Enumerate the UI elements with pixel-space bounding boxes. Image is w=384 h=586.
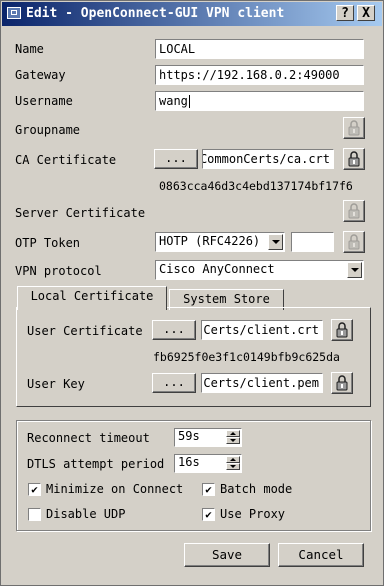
text-caret	[188, 95, 190, 108]
user-key-clear-button[interactable]	[331, 372, 353, 394]
groupname-label: Groupname	[15, 123, 81, 137]
user-certificate-field[interactable]: Certs/client.crt	[201, 320, 323, 340]
dtls-attempt-period-label: DTLS attempt period	[27, 457, 165, 471]
ca-certificate-browse-button[interactable]: ...	[154, 149, 198, 169]
ca-certificate-label: CA Certificate	[15, 153, 117, 167]
otp-token-label: OTP Token	[15, 236, 81, 250]
dtls-attempt-period-value: 16s	[178, 455, 200, 469]
vpn-protocol-select[interactable]: Cisco AnyConnect	[155, 260, 364, 280]
username-field[interactable]: wang	[155, 91, 364, 111]
dtls-attempt-period-spinbox[interactable]: 16s	[174, 454, 242, 473]
spin-up-icon[interactable]	[226, 430, 240, 437]
reconnect-timeout-value: 59s	[178, 429, 200, 443]
spin-down-icon[interactable]	[226, 463, 240, 470]
user-certificate-clear-button[interactable]	[331, 319, 353, 341]
user-key-browse-button[interactable]: ...	[152, 373, 196, 393]
disable-udp-checkbox[interactable]	[28, 508, 41, 521]
ca-certificate-field[interactable]: CommonCerts/ca.crt	[202, 149, 334, 169]
key-clear-icon	[348, 151, 360, 167]
use-proxy-checkbox[interactable]: ✔	[202, 508, 215, 521]
groupname-clear-button	[343, 117, 365, 139]
vpn-protocol-label: VPN protocol	[15, 264, 102, 278]
otp-token-type-select[interactable]: HOTP (RFC4226)	[155, 232, 285, 252]
title-bar[interactable]: Edit - OpenConnect-GUI VPN client ? X	[2, 2, 382, 26]
cancel-button[interactable]: Cancel	[278, 543, 364, 567]
spin-down-icon[interactable]	[226, 437, 240, 444]
username-value: wang	[159, 94, 188, 108]
server-certificate-clear-button	[343, 200, 365, 222]
close-button[interactable]: X	[357, 5, 375, 21]
key-clear-icon	[348, 120, 360, 136]
otp-token-type-value: HOTP (RFC4226)	[159, 234, 261, 248]
key-clear-icon	[336, 375, 348, 391]
help-button[interactable]: ?	[336, 5, 354, 21]
otp-token-field[interactable]	[291, 232, 334, 252]
spin-buttons[interactable]	[226, 430, 240, 445]
ca-certificate-hash: 0863cca46d3c4ebd137174bf17f6	[159, 179, 353, 193]
minimize-on-connect-label: Minimize on Connect	[46, 482, 184, 496]
key-clear-icon	[348, 234, 360, 250]
tab-local-certificate[interactable]: Local Certificate	[17, 286, 167, 310]
spin-up-icon[interactable]	[226, 456, 240, 463]
username-label: Username	[15, 94, 73, 108]
user-key-label: User Key	[27, 377, 85, 391]
chevron-down-icon[interactable]	[268, 234, 283, 250]
ca-certificate-clear-button[interactable]	[343, 148, 365, 170]
edit-dialog: Edit - OpenConnect-GUI VPN client ? X Na…	[0, 0, 384, 586]
vpn-protocol-value: Cisco AnyConnect	[159, 262, 275, 276]
user-certificate-hash: fb6925f0e3f1c0149bfb9c625da	[153, 350, 340, 364]
save-button[interactable]: Save	[184, 543, 270, 567]
chevron-down-icon[interactable]	[347, 262, 362, 278]
otp-token-clear-button	[343, 231, 365, 253]
server-certificate-label: Server Certificate	[15, 206, 146, 220]
minimize-on-connect-checkbox[interactable]: ✔	[28, 483, 41, 496]
batch-mode-label: Batch mode	[220, 482, 293, 496]
key-clear-icon	[348, 203, 360, 219]
name-field[interactable]: LOCAL	[155, 39, 364, 59]
gateway-label: Gateway	[15, 68, 66, 82]
reconnect-timeout-label: Reconnect timeout	[27, 431, 150, 445]
key-clear-icon	[336, 322, 348, 338]
app-window-icon	[7, 7, 21, 19]
reconnect-timeout-spinbox[interactable]: 59s	[174, 428, 242, 447]
disable-udp-label: Disable UDP	[46, 507, 126, 521]
name-label: Name	[15, 42, 44, 56]
spin-buttons[interactable]	[226, 456, 240, 471]
gateway-field[interactable]: https://192.168.0.2:49000	[155, 65, 364, 85]
user-certificate-label: User Certificate	[27, 324, 143, 338]
user-key-field[interactable]: Certs/client.pem	[201, 373, 323, 393]
user-certificate-browse-button[interactable]: ...	[152, 320, 196, 340]
use-proxy-label: Use Proxy	[220, 507, 286, 521]
batch-mode-checkbox[interactable]: ✔	[202, 483, 215, 496]
window-title: Edit - OpenConnect-GUI VPN client	[26, 6, 285, 21]
